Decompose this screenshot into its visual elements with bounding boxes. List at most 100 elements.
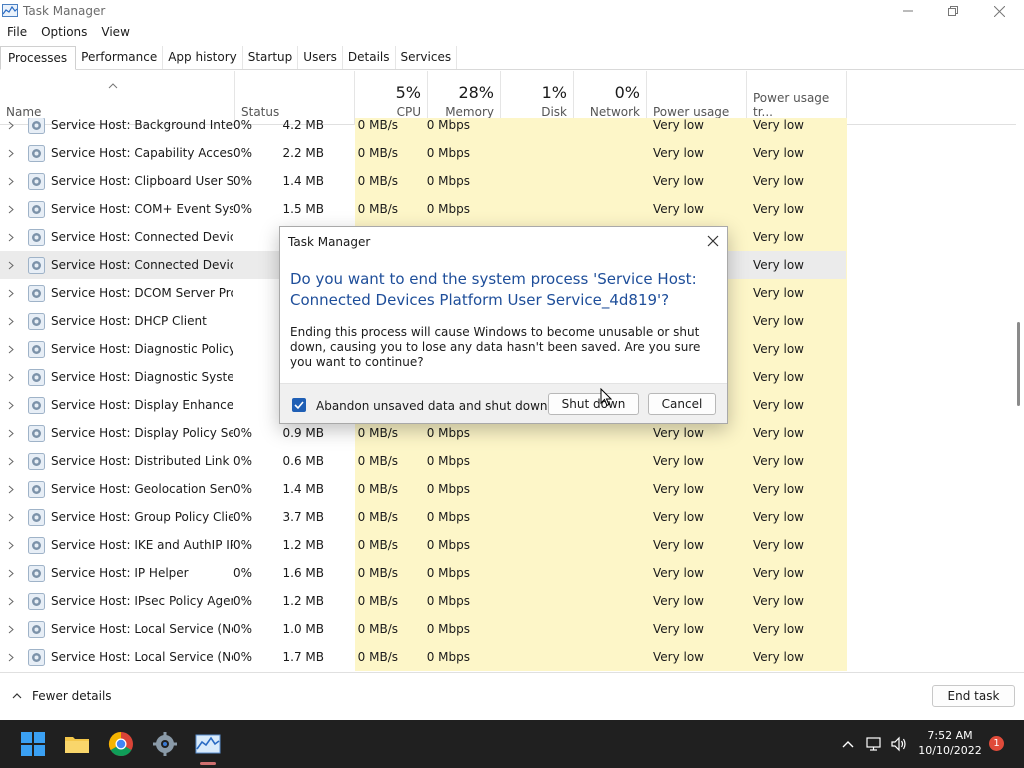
process-memory: 1.2 MB (282, 594, 324, 608)
abandon-data-label[interactable]: Abandon unsaved data and shut down. (316, 399, 551, 413)
window-title: Task Manager (23, 4, 106, 18)
process-row[interactable]: Service Host: Local Service (Net...0% 1.7… (0, 643, 846, 671)
windows-start-icon[interactable] (19, 730, 47, 758)
expand-chevron-icon[interactable] (8, 513, 14, 522)
process-row[interactable]: Service Host: Capability Access ...0% 2.2… (0, 139, 846, 167)
process-power-usage: Very low (653, 594, 704, 608)
process-network: 0 Mbps (426, 650, 470, 664)
service-gear-icon (28, 481, 45, 498)
expand-chevron-icon[interactable] (8, 541, 14, 550)
shut-down-button[interactable]: Shut down (548, 393, 639, 415)
expand-chevron-icon[interactable] (8, 597, 14, 606)
process-network: 0 Mbps (426, 510, 470, 524)
cancel-button[interactable]: Cancel (648, 393, 716, 415)
taskbar: 7:52 AM 10/10/2022 (0, 720, 1024, 768)
process-name: Service Host: Display Enhancem... (51, 398, 233, 412)
column-cpu[interactable]: 5% CPU (355, 71, 428, 125)
column-header: Name Status 5% CPU 28% Memory 1% Disk 0%… (0, 71, 1016, 125)
restore-button[interactable] (930, 0, 976, 22)
expand-chevron-icon[interactable] (8, 569, 14, 578)
service-gear-icon (28, 313, 45, 330)
process-row[interactable]: Service Host: Group Policy Client 0% 3.7 M… (0, 503, 846, 531)
process-row[interactable]: Service Host: COM+ Event Syste...0% 1.5 M… (0, 195, 846, 223)
expand-chevron-icon[interactable] (8, 345, 14, 354)
checkmark-icon (294, 401, 304, 410)
expand-chevron-icon[interactable] (8, 653, 14, 662)
tab-processes[interactable]: Processes (0, 46, 77, 70)
volume-icon[interactable] (889, 734, 909, 754)
file-explorer-icon[interactable] (63, 730, 91, 758)
process-name: Service Host: Local Service (Net... (51, 622, 233, 636)
chevron-up-tray-icon[interactable] (838, 734, 858, 754)
tab-details[interactable]: Details (343, 46, 396, 69)
menu-view[interactable]: View (94, 22, 136, 44)
process-row[interactable]: Service Host: IP Helper 0% 1.6 MB 0 MB/s 0 M… (0, 559, 846, 587)
process-row[interactable]: Service Host: Background Intelli...0% 4.2… (0, 118, 846, 139)
minimize-button[interactable] (885, 0, 931, 22)
minimize-icon (903, 10, 913, 12)
notification-badge[interactable]: 1 (989, 736, 1004, 751)
expand-chevron-icon[interactable] (8, 177, 14, 186)
end-task-button[interactable]: End task (932, 685, 1015, 707)
column-memory[interactable]: 28% Memory (428, 71, 501, 125)
expand-chevron-icon[interactable] (8, 205, 14, 214)
expand-chevron-icon[interactable] (8, 625, 14, 634)
taskbar-clock[interactable]: 7:52 AM 10/10/2022 (918, 728, 982, 758)
tab-startup[interactable]: Startup (243, 46, 299, 69)
menu-file[interactable]: File (0, 22, 34, 44)
task-manager-app-icon (2, 4, 18, 17)
tab-services[interactable]: Services (396, 46, 458, 69)
dialog-close-icon[interactable] (705, 233, 721, 249)
process-name: Service Host: Diagnostic Policy ... (51, 342, 233, 356)
process-cpu: 0% (232, 594, 252, 608)
process-network: 0 Mbps (426, 118, 470, 132)
fewer-details-label: Fewer details (32, 689, 112, 703)
column-disk[interactable]: 1% Disk (501, 71, 574, 125)
expand-chevron-icon[interactable] (8, 457, 14, 466)
expand-chevron-icon[interactable] (8, 485, 14, 494)
column-network[interactable]: 0% Network (574, 71, 647, 125)
network-icon[interactable] (864, 734, 884, 754)
fewer-details-button[interactable]: Fewer details (12, 689, 112, 703)
column-power-usage[interactable]: Power usage (647, 71, 747, 125)
process-row[interactable]: Service Host: Geolocation Service0% 1.4 M… (0, 475, 846, 503)
column-power-usage-trend[interactable]: Power usage tr... (747, 71, 847, 125)
process-name: Service Host: Group Policy Client (51, 510, 233, 524)
process-cpu: 0% (232, 622, 252, 636)
expand-chevron-icon[interactable] (8, 149, 14, 158)
menu-options[interactable]: Options (34, 22, 94, 44)
process-network: 0 Mbps (426, 202, 470, 216)
process-row[interactable]: Service Host: IPsec Policy Agent 0% 1.2 MB… (0, 587, 846, 615)
expand-chevron-icon[interactable] (8, 233, 14, 242)
tab-performance[interactable]: Performance (76, 46, 164, 69)
process-name: Service Host: Distributed Link Tr... (51, 454, 233, 468)
process-network: 0 Mbps (426, 482, 470, 496)
service-gear-icon (28, 118, 45, 134)
process-name: Service Host: Background Intelli... (51, 118, 233, 132)
expand-chevron-icon[interactable] (8, 121, 14, 130)
tab-users[interactable]: Users (298, 46, 343, 69)
expand-chevron-icon[interactable] (8, 317, 14, 326)
expand-chevron-icon[interactable] (8, 429, 14, 438)
abandon-data-checkbox[interactable] (292, 398, 306, 412)
scrollbar-thumb[interactable] (1017, 322, 1020, 406)
process-row[interactable]: Service Host: IKE and AuthIP IPs...0% 1.2… (0, 531, 846, 559)
column-status[interactable]: Status (235, 71, 355, 125)
column-name[interactable]: Name (0, 71, 235, 125)
expand-chevron-icon[interactable] (8, 289, 14, 298)
process-disk: 0 MB/s (357, 566, 398, 580)
process-row[interactable]: Service Host: Clipboard User Ser...0% 1.4… (0, 167, 846, 195)
expand-chevron-icon[interactable] (8, 373, 14, 382)
settings-gear-icon[interactable] (151, 730, 179, 758)
close-button[interactable] (976, 0, 1022, 22)
vertical-scrollbar[interactable] (1016, 118, 1024, 671)
process-power-trend: Very low (753, 146, 804, 160)
expand-chevron-icon[interactable] (8, 401, 14, 410)
process-row[interactable]: Service Host: Distributed Link Tr...0% 0.… (0, 447, 846, 475)
chrome-icon[interactable] (107, 730, 135, 758)
process-row[interactable]: Service Host: Local Service (Net...0% 1.0… (0, 615, 846, 643)
expand-chevron-icon[interactable] (8, 261, 14, 270)
tab-app-history[interactable]: App history (163, 46, 243, 69)
process-name: Service Host: Display Policy Serv... (51, 426, 233, 440)
task-manager-taskbar-icon[interactable] (194, 730, 222, 758)
